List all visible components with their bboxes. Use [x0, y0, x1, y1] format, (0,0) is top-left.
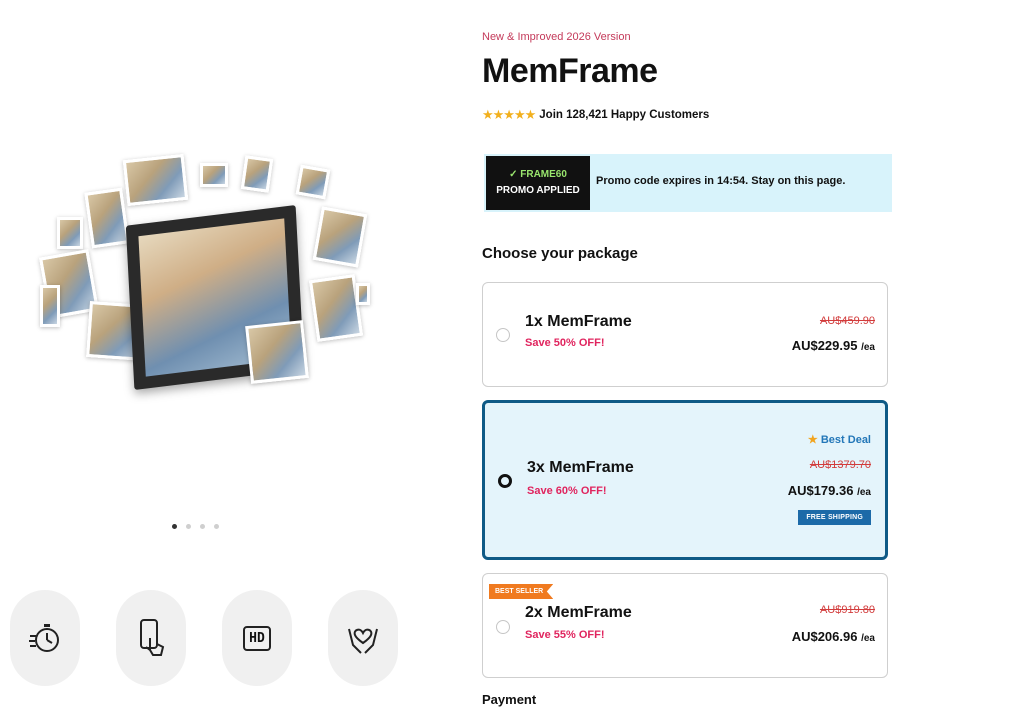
package-option-1x[interactable]: 1x MemFrame Save 50% OFF! AU$459.90 AU$2… — [482, 282, 888, 387]
best-deal-label: ★ Best Deal — [808, 433, 871, 446]
package-original-price: AU$1379.70 — [809, 459, 871, 471]
floating-photo — [356, 283, 370, 305]
package-radio-selected[interactable] — [498, 474, 512, 488]
package-option-3x[interactable]: 3x MemFrame Save 60% OFF! ★ Best Deal AU… — [482, 400, 888, 560]
package-price: AU$206.96 /ea — [792, 629, 875, 644]
package-discount: Save 50% OFF! — [525, 337, 605, 349]
package-price-value: AU$179.36 — [787, 483, 854, 498]
carousel-dot[interactable] — [186, 524, 191, 529]
carousel-dot[interactable] — [214, 524, 219, 529]
package-price-value: AU$206.96 — [791, 629, 858, 644]
feature-care — [328, 590, 398, 686]
product-hero-image[interactable] — [30, 145, 380, 415]
package-discount: Save 55% OFF! — [525, 629, 605, 641]
floating-photo — [308, 274, 364, 342]
package-original-price: AU$459.90 — [819, 315, 875, 327]
promo-countdown-text: Promo code expires in 14:54. Stay on thi… — [596, 175, 846, 187]
floating-photo — [57, 217, 83, 249]
carousel-dot[interactable] — [200, 524, 205, 529]
package-price-value: AU$229.95 — [791, 338, 858, 353]
package-price-unit: /ea — [861, 342, 875, 353]
phone-touch-icon — [140, 619, 165, 656]
package-option-2x[interactable]: BEST SELLER 2x MemFrame Save 55% OFF! AU… — [482, 573, 888, 678]
version-tagline: New & Improved 2026 Version — [482, 31, 631, 43]
package-name: 3x MemFrame — [527, 459, 634, 476]
promo-banner: ✓ FRAME60 PROMO APPLIED Promo code expir… — [484, 154, 892, 212]
package-name: 2x MemFrame — [525, 604, 632, 621]
floating-photo — [245, 320, 309, 384]
feature-touchscreen — [116, 590, 186, 686]
rating-row: ★★★★★ Join 128,421 Happy Customers — [482, 107, 709, 123]
hands-heart-icon — [348, 628, 378, 654]
customer-count-text: Join 128,421 Happy Customers — [539, 109, 710, 121]
star-rating-icon: ★★★★★ — [482, 107, 536, 122]
floating-photo — [122, 153, 189, 207]
package-price: AU$179.36 /ea — [788, 483, 871, 498]
feature-icons-row: HD — [10, 590, 410, 690]
carousel-dots — [172, 524, 219, 529]
product-title: MemFrame — [482, 52, 658, 90]
feature-hd-display: HD — [222, 590, 292, 686]
floating-photo — [295, 164, 331, 200]
package-price: AU$229.95 /ea — [792, 338, 875, 353]
floating-photo — [84, 187, 130, 249]
feature-fast-setup — [10, 590, 80, 686]
floating-photo — [200, 163, 228, 187]
best-deal-text: Best Deal — [820, 434, 871, 446]
package-radio[interactable] — [496, 620, 510, 634]
free-shipping-badge: FREE SHIPPING — [798, 510, 871, 525]
promo-code: ✓ FRAME60 — [509, 169, 567, 180]
star-icon: ★ — [807, 434, 818, 446]
floating-photo — [240, 155, 274, 193]
package-heading: Choose your package — [482, 245, 638, 262]
stopwatch-icon — [29, 624, 59, 652]
package-name: 1x MemFrame — [525, 313, 632, 330]
package-discount: Save 60% OFF! — [527, 485, 607, 497]
hd-icon: HD — [243, 625, 271, 651]
package-radio[interactable] — [496, 328, 510, 342]
promo-status: PROMO APPLIED — [496, 185, 580, 196]
floating-photo — [40, 285, 60, 327]
package-price-unit: /ea — [861, 633, 875, 644]
carousel-dot[interactable] — [172, 524, 177, 529]
payment-heading: Payment — [482, 692, 537, 707]
package-price-unit: /ea — [857, 487, 871, 498]
best-seller-ribbon: BEST SELLER — [489, 584, 554, 599]
promo-applied-badge: ✓ FRAME60 PROMO APPLIED — [486, 156, 590, 210]
package-original-price: AU$919.80 — [819, 604, 875, 616]
product-info-panel: New & Improved 2026 Version MemFrame ★★★… — [482, 0, 892, 707]
floating-photo — [312, 206, 368, 268]
product-gallery[interactable]: HD — [0, 0, 440, 686]
